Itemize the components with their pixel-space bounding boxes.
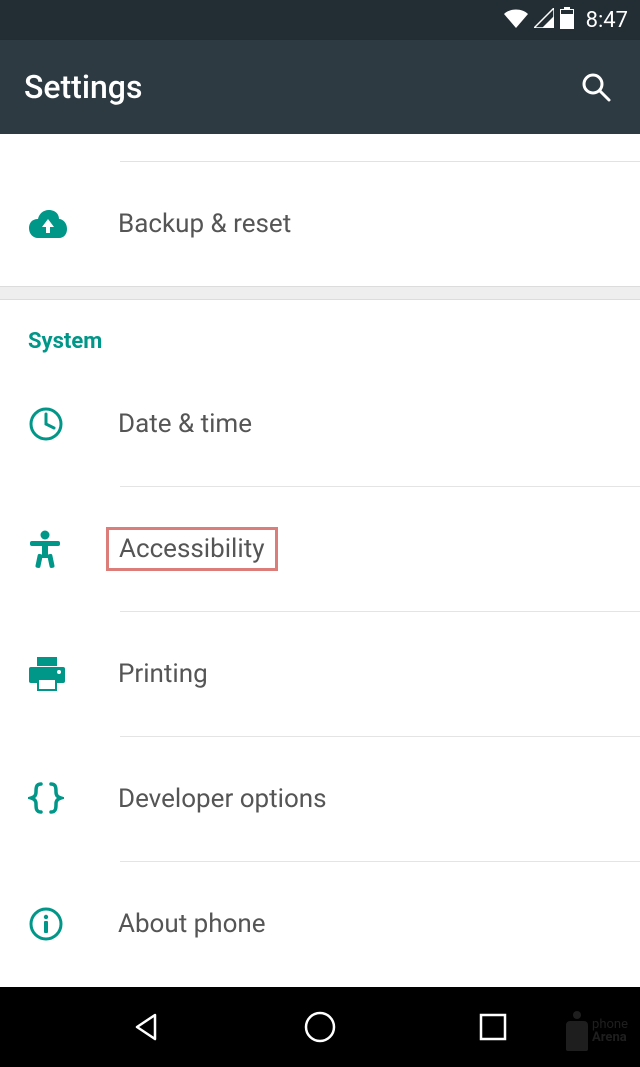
watermark-text-2: Arena [592, 1031, 628, 1044]
page-title: Settings [24, 68, 142, 106]
status-bar: 8:47 [0, 0, 640, 40]
nav-back-button[interactable] [123, 1003, 171, 1051]
row-about-phone[interactable]: About phone [0, 862, 640, 986]
info-icon [28, 906, 118, 942]
nav-home-button[interactable] [296, 1003, 344, 1051]
home-circle-icon [303, 1010, 337, 1044]
wifi-icon [504, 8, 528, 32]
section-divider [0, 286, 640, 300]
cell-signal-icon [534, 8, 554, 32]
row-accessibility[interactable]: Accessibility [0, 487, 640, 611]
section-header-text: System [28, 329, 102, 354]
back-triangle-icon [131, 1011, 163, 1043]
battery-icon [560, 7, 574, 33]
status-time: 8:47 [586, 8, 628, 33]
navigation-bar: phone Arena [0, 987, 640, 1067]
clock-icon [28, 406, 118, 442]
watermark: phone Arena [566, 1011, 628, 1051]
recent-square-icon [479, 1013, 507, 1041]
row-label: Printing [118, 659, 208, 689]
search-icon [580, 71, 612, 103]
nav-recent-button[interactable] [469, 1003, 517, 1051]
highlight-accessibility: Accessibility [106, 527, 278, 571]
printer-icon [28, 656, 118, 692]
accessibility-icon [28, 530, 118, 568]
row-backup-reset[interactable]: Backup & reset [0, 162, 640, 286]
row-printing[interactable]: Printing [0, 612, 640, 736]
row-label: About phone [118, 909, 266, 939]
app-bar: Settings [0, 40, 640, 134]
settings-list: Backup & reset System Date & time [0, 134, 640, 987]
braces-icon [28, 782, 118, 816]
row-label: Date & time [118, 409, 252, 439]
row-date-time[interactable]: Date & time [0, 362, 640, 486]
backup-icon [28, 209, 118, 239]
row-developer-options[interactable]: Developer options [0, 737, 640, 861]
row-label: Backup & reset [118, 209, 291, 239]
row-label: Developer options [118, 784, 327, 814]
status-icons: 8:47 [504, 7, 628, 33]
row-label: Accessibility [119, 534, 265, 564]
section-header-system: System [0, 300, 640, 362]
divider [120, 134, 640, 162]
search-button[interactable] [576, 67, 616, 107]
